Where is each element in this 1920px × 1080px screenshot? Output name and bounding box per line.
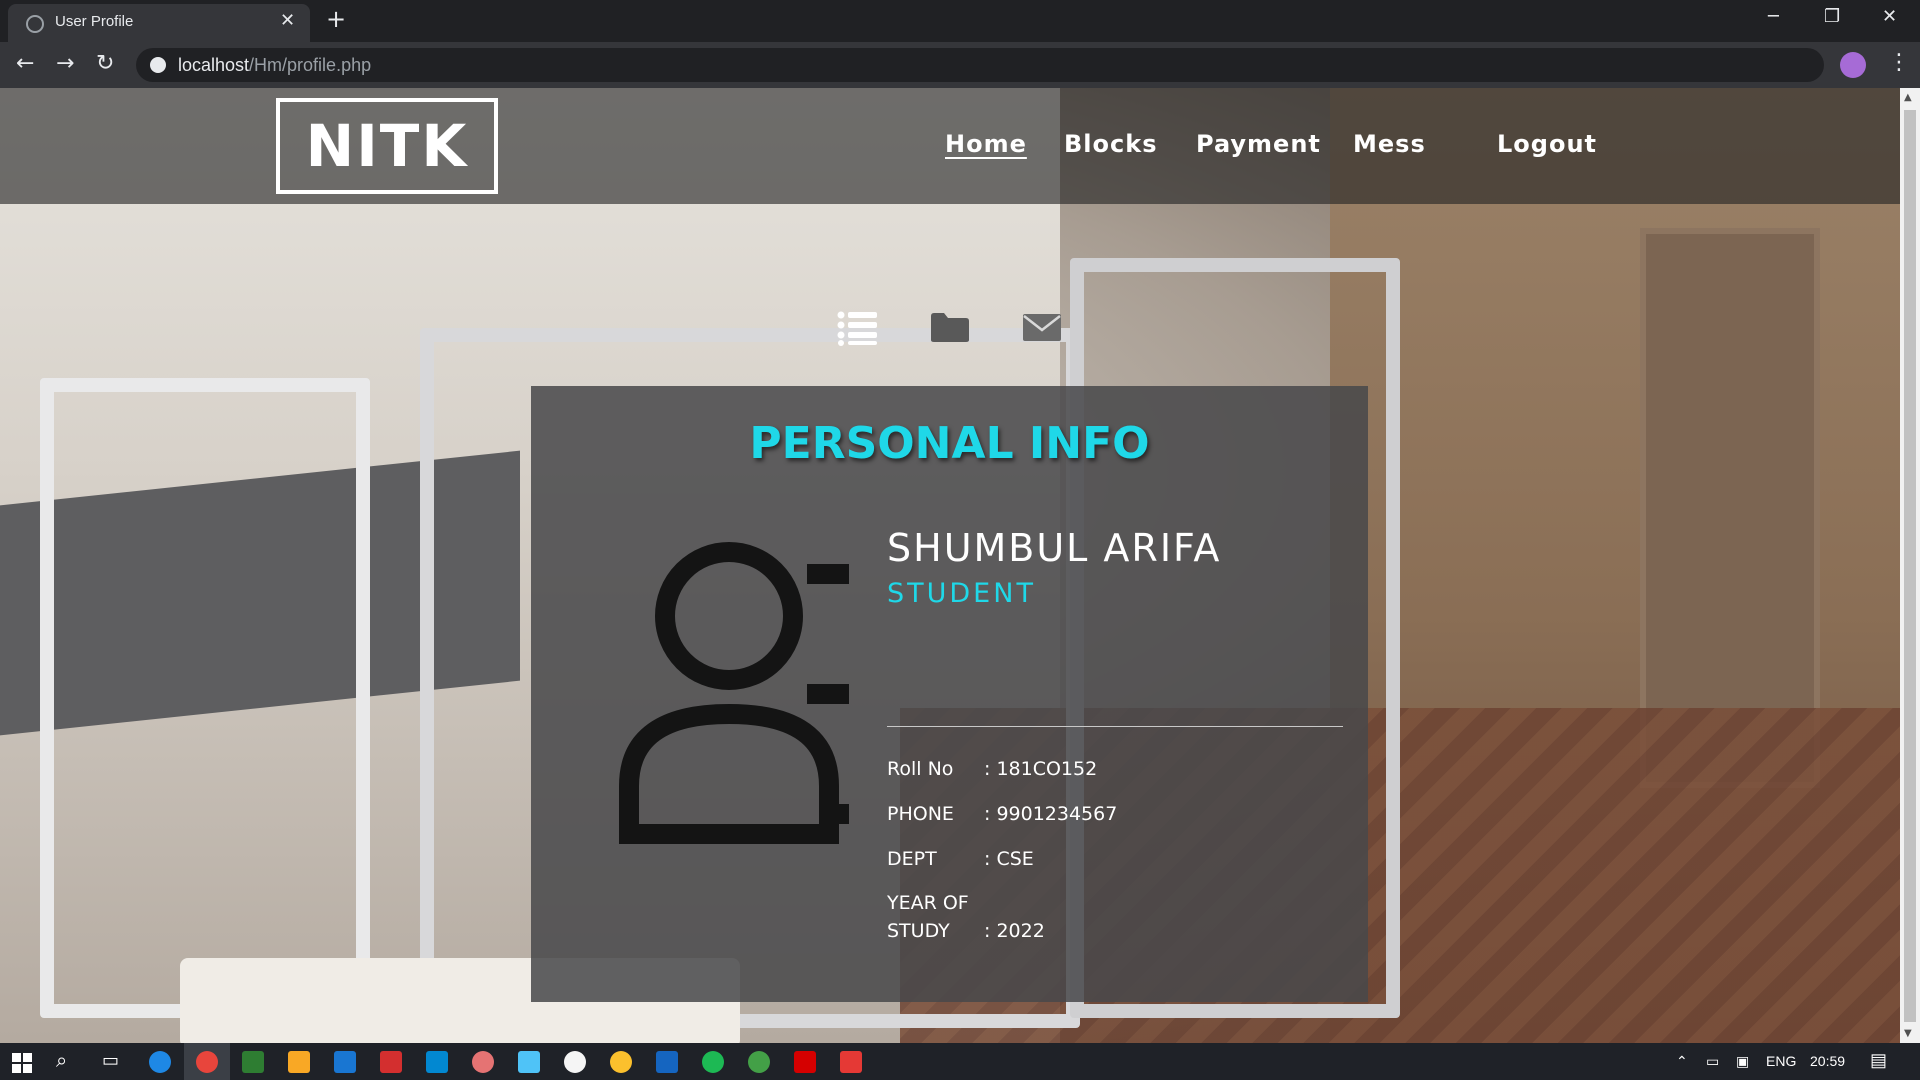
student-role: STUDENT [887, 578, 1036, 609]
info-label: PHONE [887, 803, 954, 825]
scroll-thumb[interactable] [1904, 110, 1916, 1022]
background-bed-frame [40, 378, 370, 1018]
browser-menu-icon[interactable]: ⋮ [1888, 50, 1910, 75]
site-header: NITK Home Blocks Payment Mess Logout [0, 88, 1900, 204]
site-info-icon[interactable] [150, 57, 166, 73]
windows-start-icon[interactable] [12, 1053, 32, 1073]
divider [887, 726, 1343, 727]
file-explorer-icon[interactable] [288, 1051, 310, 1073]
clock[interactable]: 20:59 [1810, 1053, 1845, 1069]
info-value: : 181CO152 [984, 758, 1098, 780]
info-value: : 2022 [984, 920, 1045, 942]
back-arrow-icon[interactable]: ← [16, 50, 34, 78]
browser-tab[interactable]: User Profile ✕ [8, 4, 310, 42]
site-logo[interactable]: NITK [276, 98, 498, 194]
scroll-down-icon[interactable]: ▼ [1904, 1028, 1912, 1039]
window-close-icon[interactable]: ✕ [1882, 6, 1897, 27]
app-icon[interactable] [518, 1051, 540, 1073]
address-bar[interactable]: localhost/Hm/profile.php [136, 48, 1824, 82]
chrome-icon[interactable] [196, 1051, 218, 1073]
info-value: : 9901234567 [984, 803, 1118, 825]
browser-tabbar: User Profile ✕ + ─ ❐ ✕ [0, 0, 1920, 42]
list-icon[interactable] [837, 310, 879, 346]
student-name: SHUMBUL ARIFA [887, 526, 1222, 570]
restore-icon[interactable]: ❐ [1824, 6, 1840, 27]
tab-title: User Profile [55, 13, 134, 30]
nav-logout-link[interactable]: Logout [1497, 130, 1597, 158]
profile-card: PERSONAL INFO SHUMBUL ARIFA STUDENT Roll… [531, 386, 1368, 1002]
search-icon[interactable]: ⌕ [56, 1050, 67, 1073]
spotify-icon[interactable] [702, 1051, 724, 1073]
calendar-icon[interactable] [380, 1051, 402, 1073]
info-value: : CSE [984, 848, 1034, 870]
app-icon[interactable] [840, 1051, 862, 1073]
forward-arrow-icon[interactable]: → [56, 50, 74, 78]
chrome-alt-icon[interactable] [610, 1051, 632, 1073]
page-scrollbar[interactable]: ▲ ▼ [1900, 88, 1920, 1043]
reload-icon[interactable]: ↻ [96, 50, 114, 78]
tray-chevron-icon[interactable]: ⌃ [1676, 1053, 1688, 1070]
app-icon[interactable] [748, 1051, 770, 1073]
folder-icon[interactable] [929, 310, 971, 344]
browser-toolbar: ← → ↻ localhost/Hm/profile.php ⋮ [0, 42, 1920, 88]
info-label: Roll No [887, 758, 954, 780]
scroll-up-icon[interactable]: ▲ [1904, 92, 1912, 103]
os-taskbar: ⌕ ▭ ⌃ ▭ ▣ ENG 20:59 ▤ [0, 1043, 1920, 1080]
info-label: YEAR OF STUDY [887, 892, 969, 942]
notepad-icon[interactable] [242, 1051, 264, 1073]
task-view-icon[interactable]: ▭ [102, 1050, 119, 1071]
notifications-icon[interactable]: ▤ [1870, 1050, 1887, 1071]
language-indicator[interactable]: ENG [1766, 1053, 1796, 1069]
store-icon[interactable] [334, 1051, 356, 1073]
nav-blocks-link[interactable]: Blocks [1064, 130, 1157, 158]
browser-profile-avatar[interactable] [1840, 52, 1866, 78]
page-viewport: NITK Home Blocks Payment Mess Logout PER… [0, 88, 1900, 1043]
logo-text: NITK [305, 112, 469, 180]
url-text[interactable]: localhost/Hm/profile.php [178, 55, 371, 76]
edge-icon[interactable] [149, 1051, 171, 1073]
card-title: PERSONAL INFO [749, 418, 1150, 469]
background-door [1640, 228, 1820, 788]
battery-icon[interactable]: ▭ [1706, 1053, 1719, 1070]
nav-payment-link[interactable]: Payment [1196, 130, 1321, 158]
nav-mess-link[interactable]: Mess [1353, 130, 1426, 158]
network-icon[interactable]: ▣ [1736, 1053, 1749, 1070]
info-label: DEPT [887, 848, 937, 870]
globe-icon [26, 15, 44, 33]
tab-close-icon[interactable]: ✕ [280, 10, 295, 31]
new-tab-button[interactable]: + [326, 6, 346, 32]
user-avatar-icon [619, 542, 849, 844]
app-icon[interactable] [564, 1051, 586, 1073]
app-icon[interactable] [472, 1051, 494, 1073]
nav-home-link[interactable]: Home [945, 130, 1027, 158]
minimize-icon[interactable]: ─ [1768, 6, 1779, 27]
mail-icon[interactable] [426, 1051, 448, 1073]
envelope-icon[interactable] [1021, 310, 1063, 344]
word-icon[interactable] [656, 1051, 678, 1073]
pdf-icon[interactable] [794, 1051, 816, 1073]
